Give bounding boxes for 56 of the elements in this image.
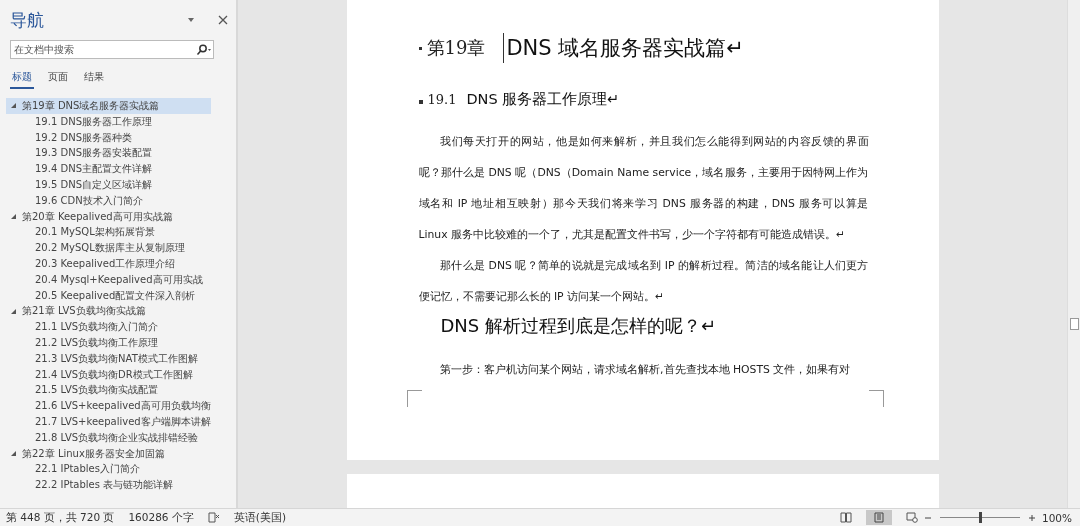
nav-tab[interactable]: 结果 <box>82 69 106 89</box>
crop-mark <box>868 390 884 407</box>
heading-item[interactable]: 20.2 MySQL数据库主从复制原理 <box>6 240 211 256</box>
body-paragraph: 我们每天打开的网站，他是如何来解析，并且我们怎么能得到网站的内容反馈的界面呢？那什么是 DNS 呢（DNS（Domain Name service，域名服务，主要用于因特网上作为域名和 IP 地址相互映射）那今天我们将来学习 DNS 服务器的构建，DNS 服务可以算是 Linux 服务中比较难的一个了，尤其是配置文件书写，少一个字符都有可能造成错误。↵ <box>418 134 869 243</box>
heading-item[interactable]: 第20章 Keepalived高可用实战篇 <box>6 208 211 225</box>
nav-tab[interactable]: 标题 <box>10 69 34 89</box>
subheading: DNS 解析过程到底是怎样的呢？↵ <box>440 314 718 338</box>
page-count[interactable]: 第 448 页，共 720 页 <box>6 510 115 525</box>
crop-mark <box>406 390 422 407</box>
heading-item[interactable]: 21.1 LVS负载均衡入门简介 <box>6 319 211 335</box>
heading-item[interactable]: 20.1 MySQL架构拓展背景 <box>6 224 211 241</box>
section-number: 19.1 <box>427 91 457 107</box>
word-count[interactable]: 160286 个字 <box>128 510 194 525</box>
close-icon[interactable] <box>218 15 228 25</box>
web-layout-icon[interactable] <box>905 512 918 523</box>
heading-item[interactable]: 21.2 LVS负载均衡工作原理 <box>6 334 211 351</box>
expand-triangle-icon[interactable] <box>10 449 17 457</box>
chapter-title: DNS 域名服务器实战篇↵ <box>506 35 744 62</box>
heading-item[interactable]: 22.1 IPtables入门简介 <box>6 461 211 478</box>
heading-item[interactable]: 21.3 LVS负载均衡NAT模式工作图解 <box>6 350 211 367</box>
heading-item[interactable]: 21.4 LVS负载均衡DR模式工作图解 <box>6 366 211 383</box>
chapter-number: 第19章 <box>426 36 486 60</box>
nav-tab[interactable]: 页面 <box>46 69 70 89</box>
heading-item[interactable]: 21.5 LVS负载均衡实战配置 <box>6 382 211 399</box>
heading-item[interactable]: 19.1 DNS服务器工作原理 <box>6 113 211 130</box>
body-paragraph: 那什么是 DNS 呢？简单的说就是完成域名到 IP 的解析过程。简洁的域名能让人们更方便记忆，不需要记那么长的 IP 访问某一个网站。↵ <box>418 258 869 305</box>
expand-triangle-icon[interactable] <box>10 102 17 110</box>
search-icon[interactable] <box>195 44 211 56</box>
heading-item[interactable]: 19.3 DNS服务器安装配置 <box>6 145 211 162</box>
print-layout-button[interactable] <box>865 510 892 525</box>
zoom-in-icon[interactable] <box>1027 513 1036 522</box>
expand-triangle-icon[interactable] <box>10 307 17 315</box>
heading-item[interactable]: 21.8 LVS负载均衡企业实战排错经验 <box>6 429 211 446</box>
zoom-percent[interactable]: 100% <box>1041 511 1072 524</box>
heading-item[interactable]: 第22章 Linux服务器安全加固篇 <box>6 445 211 462</box>
body-paragraph: 第一步：客户机访问某个网站，请求域名解析,首先查找本地 HOSTS 文件，如果有对 <box>439 362 852 378</box>
heading-item[interactable]: 20.3 Keepalived工作原理介绍 <box>6 255 211 272</box>
heading-item[interactable]: 第19章 DNS域名服务器实战篇 <box>6 98 211 114</box>
heading-item[interactable]: 21.7 LVS+keepalived客户端脚本讲解 <box>6 413 211 430</box>
heading-item[interactable]: 19.2 DNS服务器种类 <box>6 129 211 146</box>
heading-item[interactable]: 21.6 LVS+keepalived高可用负载均衡 <box>6 398 211 414</box>
read-mode-icon[interactable] <box>839 512 852 523</box>
heading-item[interactable]: 22.2 IPtables 表与链功能详解 <box>6 477 211 493</box>
heading-item[interactable]: 第21章 LVS负载均衡实战篇 <box>6 303 211 320</box>
pane-title: 导航 <box>10 8 45 32</box>
language[interactable]: 英语(美国) <box>233 510 287 525</box>
heading-item[interactable]: 20.5 Keepalived配置文件深入剖析 <box>6 287 211 304</box>
heading-item[interactable]: 19.6 CDN技术入门简介 <box>6 192 211 209</box>
expand-triangle-icon[interactable] <box>10 212 17 220</box>
heading-item[interactable]: 19.5 DNS自定义区域详解 <box>6 177 211 193</box>
heading-item[interactable]: 20.4 Mysql+Keepalived高可用实战 <box>6 271 211 288</box>
section-title: DNS 服务器工作原理↵ <box>466 89 620 109</box>
print-layout-icon <box>872 512 885 523</box>
heading-item[interactable]: 19.4 DNS主配置文件详解 <box>6 161 211 177</box>
proofing-icon[interactable] <box>207 512 220 523</box>
search-field[interactable]: 在文档中搜索 <box>10 40 214 59</box>
